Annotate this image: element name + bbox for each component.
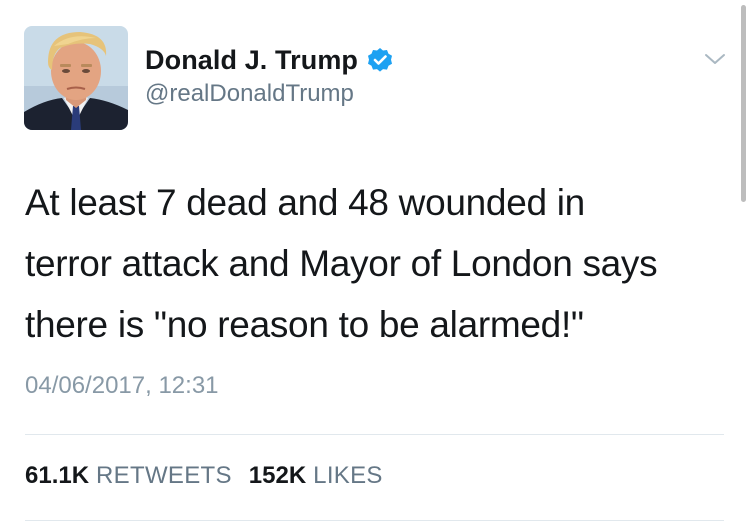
author-handle[interactable]: @realDonaldTrump — [145, 80, 354, 108]
author-display-name[interactable]: Donald J. Trump — [145, 45, 358, 76]
chevron-down-icon[interactable] — [704, 52, 726, 66]
profile-photo-icon — [24, 26, 128, 130]
retweets-label: RETWEETS — [96, 462, 232, 489]
likes-label: LIKES — [313, 462, 383, 489]
author-name-row[interactable]: Donald J. Trump — [145, 44, 393, 76]
tweet-timestamp[interactable]: 04/06/2017, 12:31 — [25, 372, 219, 400]
retweets-stat[interactable]: 61.1K RETWEETS — [25, 462, 232, 490]
divider — [25, 434, 724, 435]
avatar[interactable] — [24, 26, 128, 130]
tweet-text: At least 7 dead and 48 wounded in terror… — [25, 182, 658, 345]
scrollbar[interactable] — [741, 5, 746, 202]
likes-stat[interactable]: 152K LIKES — [249, 462, 383, 490]
tweet-stats: 61.1K RETWEETS 152K LIKES — [25, 462, 383, 490]
tweet-card: Donald J. Trump @realDonaldTrump At leas… — [0, 0, 749, 530]
divider — [25, 520, 724, 521]
likes-count: 152K — [248, 462, 307, 489]
retweets-count: 61.1K — [25, 462, 90, 489]
verified-badge-icon — [368, 48, 393, 72]
